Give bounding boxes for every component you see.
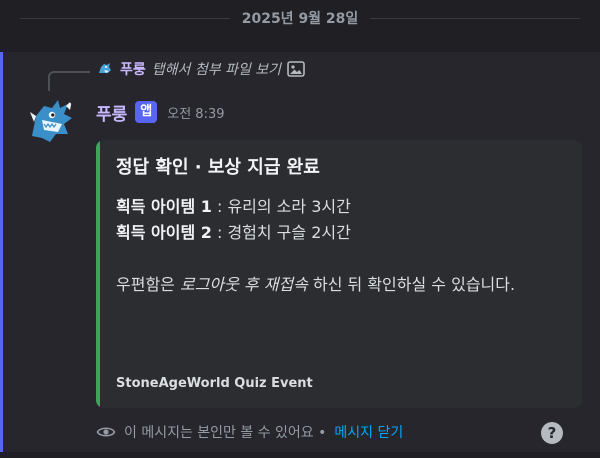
embed-footer: StoneAgeWorld Quiz Event bbox=[116, 376, 313, 391]
author-name[interactable]: 푸룽 bbox=[96, 100, 127, 125]
date-divider-text: 2025년 9월 28일 bbox=[241, 11, 359, 27]
image-icon bbox=[287, 61, 305, 77]
item-line-1: 획득 아이템 1 : 유리의 소라 3시간 bbox=[116, 194, 564, 220]
timestamp[interactable]: 오전 8:39 bbox=[167, 103, 224, 122]
reply-author[interactable]: 푸룽 bbox=[120, 59, 146, 79]
reply-connector bbox=[48, 71, 90, 91]
item2-label: 획득 아이템 2 bbox=[116, 223, 212, 242]
divider-line bbox=[20, 17, 230, 19]
item1-value: : 유리의 소라 3시간 bbox=[211, 197, 351, 216]
reply-reference[interactable]: 푸룽 탭해서 첨부 파일 보기 bbox=[96, 58, 305, 80]
item-line-2: 획득 아이템 2 : 경험치 구슬 2시간 bbox=[116, 220, 564, 246]
item2-value: : 경험치 구슬 2시간 bbox=[211, 223, 351, 242]
message-header: 푸룽 앱 오전 8:39 bbox=[96, 98, 225, 126]
ephemeral-text: 이 메시지는 본인만 볼 수 있어요 • bbox=[124, 425, 327, 441]
help-icon[interactable]: ? bbox=[541, 422, 563, 444]
avatar[interactable] bbox=[22, 94, 78, 150]
embed-title: 정답 확인 · 보상 지급 완료 bbox=[116, 157, 320, 178]
reply-text[interactable]: 탭해서 첨부 파일 보기 bbox=[152, 59, 281, 79]
embed-card: 정답 확인 · 보상 지급 완료 획득 아이템 1 : 유리의 소라 3시간 획… bbox=[96, 140, 582, 408]
embed-accent-bar bbox=[96, 140, 100, 408]
ephemeral-notice: 이 메시지는 본인만 볼 수 있어요 • 메시지 닫기 bbox=[96, 420, 403, 444]
embed-body: 정답 확인 · 보상 지급 완료 획득 아이템 1 : 유리의 소라 3시간 획… bbox=[116, 154, 564, 298]
item1-label: 획득 아이템 1 bbox=[116, 197, 212, 216]
notice-italic: 로그아웃 후 재접속 bbox=[179, 275, 308, 294]
divider-line bbox=[370, 17, 581, 19]
embed-description: 획득 아이템 1 : 유리의 소라 3시간 획득 아이템 2 : 경험치 구슬 … bbox=[116, 194, 564, 298]
reply-avatar bbox=[96, 60, 114, 78]
date-divider: 2025년 9월 28일 bbox=[0, 0, 600, 36]
eye-icon bbox=[96, 427, 116, 437]
app-badge: 앱 bbox=[135, 101, 158, 123]
notice-suffix: 하신 뒤 확인하실 수 있습니다. bbox=[307, 275, 516, 294]
message-container: 푸룽 탭해서 첨부 파일 보기 푸룽 앱 오전 8:39 정답 확인 · 보상 … bbox=[0, 52, 600, 452]
dismiss-message-link[interactable]: 메시지 닫기 bbox=[334, 422, 403, 442]
highlight-bar bbox=[0, 52, 3, 452]
notice-prefix: 우편함은 bbox=[116, 275, 180, 294]
